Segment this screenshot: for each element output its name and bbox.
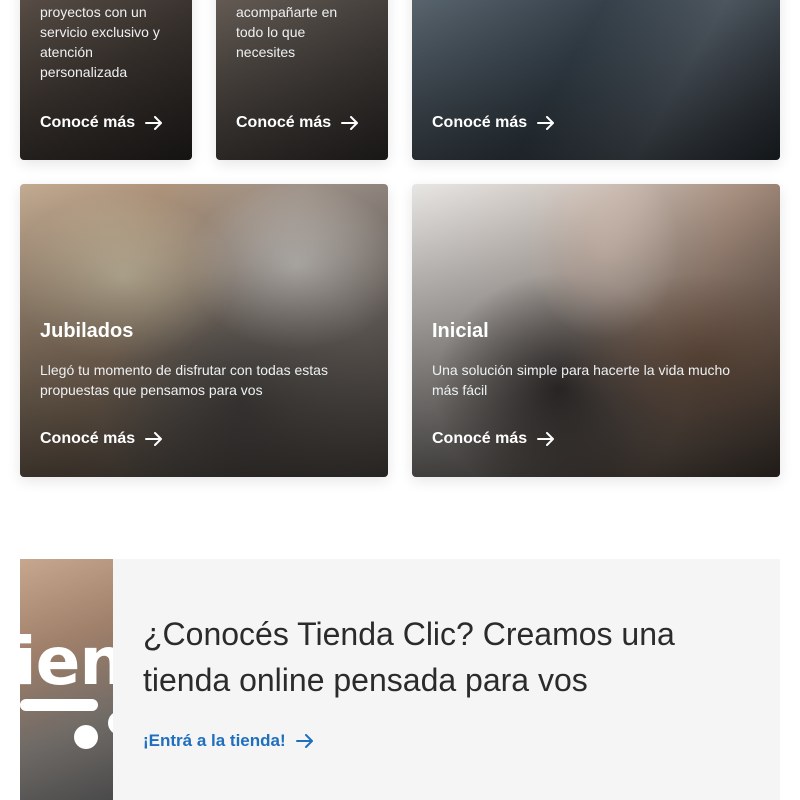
conoce-mas-link[interactable]: Conocé más xyxy=(40,430,163,448)
conoce-mas-link[interactable]: Conocé más xyxy=(432,114,555,132)
arrow-right-icon xyxy=(341,116,359,130)
link-label: ¡Entrá a la tienda! xyxy=(143,731,286,750)
entra-a-la-tienda-link[interactable]: ¡Entrá a la tienda! xyxy=(143,731,314,751)
link-label: Conocé más xyxy=(40,430,136,447)
card-inicial[interactable]: Inicial Una solución simple para hacerte… xyxy=(412,184,780,477)
card-empresas[interactable]: proyectos con un servicio exclusivo y at… xyxy=(20,0,192,160)
conoce-mas-link[interactable]: Conocé más xyxy=(40,114,163,132)
link-label: Conocé más xyxy=(432,114,528,131)
arrow-right-icon xyxy=(145,432,163,446)
arrow-right-icon xyxy=(537,116,555,130)
card-description: Una solución simple para hacerte la vida… xyxy=(432,362,731,398)
arrow-right-icon xyxy=(295,734,314,748)
link-label: Conocé más xyxy=(40,114,136,131)
card-title: Inicial xyxy=(432,320,489,342)
card-jubilados[interactable]: Jubilados Llegó tu momento de disfrutar … xyxy=(20,184,388,477)
promo-image: ien xyxy=(20,559,113,800)
link-label: Conocé más xyxy=(432,430,528,447)
card-description: acompañarte en todo lo que necesites xyxy=(236,4,338,60)
tienda-clic-banner: ien ¿Conocés Tienda Clic? Creamos una ti… xyxy=(20,559,780,800)
card-personas[interactable]: acompañarte en todo lo que necesites Con… xyxy=(216,0,388,160)
card-description: proyectos con un servicio exclusivo y at… xyxy=(40,4,160,80)
promo-image-text: ien xyxy=(20,623,113,700)
card-description: Llegó tu momento de disfrutar con todas … xyxy=(40,362,328,398)
card-familia[interactable]: Conocé más xyxy=(412,0,780,160)
conoce-mas-link[interactable]: Conocé más xyxy=(432,430,555,448)
conoce-mas-link[interactable]: Conocé más xyxy=(236,114,359,132)
link-label: Conocé más xyxy=(236,114,332,131)
card-title: Jubilados xyxy=(40,320,134,342)
arrow-right-icon xyxy=(145,116,163,130)
arrow-right-icon xyxy=(537,432,555,446)
promo-title: ¿Conocés Tienda Clic? Creamos una tienda… xyxy=(143,616,675,698)
